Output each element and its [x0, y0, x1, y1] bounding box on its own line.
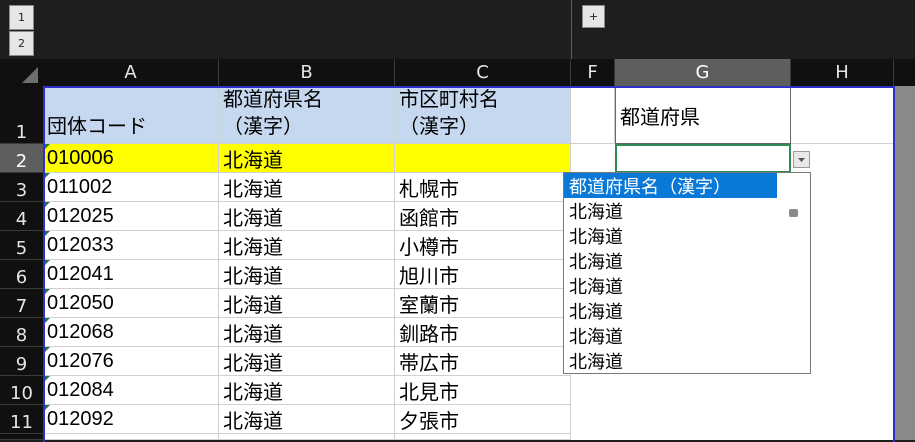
row-header-6[interactable]: 6 — [0, 260, 43, 289]
error-indicator-icon — [43, 289, 50, 296]
cell-a1[interactable]: 団体コード — [43, 86, 219, 144]
cell-b12[interactable] — [219, 434, 395, 440]
cell-a11[interactable]: 012092 — [43, 405, 219, 434]
row-header-4[interactable]: 4 — [0, 202, 43, 231]
outline-level-1-button[interactable]: 1 — [9, 5, 34, 30]
cell-b7[interactable]: 北海道 — [219, 289, 395, 318]
cell-a8[interactable]: 012068 — [43, 318, 219, 347]
row-header-10[interactable]: 10 — [0, 376, 43, 405]
cell-a2[interactable]: 010006 — [43, 144, 219, 173]
cell-b11[interactable]: 北海道 — [219, 405, 395, 434]
cell-c12[interactable] — [395, 434, 571, 440]
dropdown-option[interactable]: 北海道 — [564, 323, 810, 348]
row-header-12 — [0, 434, 43, 440]
row-header-8[interactable]: 8 — [0, 318, 43, 347]
error-indicator-icon — [43, 173, 50, 180]
dropdown-list[interactable]: 都道府県名（漢字） 北海道 北海道 北海道 北海道 北海道 北海道 北海道 — [563, 172, 811, 374]
row-header-9[interactable]: 9 — [0, 347, 43, 376]
cell-c11[interactable]: 夕張市 — [395, 405, 571, 434]
select-all-icon — [22, 67, 38, 83]
cell-b9[interactable]: 北海道 — [219, 347, 395, 376]
cell-a7[interactable]: 012050 — [43, 289, 219, 318]
dropdown-option[interactable]: 北海道 — [564, 298, 810, 323]
cell-a3[interactable]: 011002 — [43, 173, 219, 202]
cell-g1[interactable]: 都道府県 — [615, 86, 791, 144]
column-header-h[interactable]: H — [791, 59, 894, 86]
error-indicator-icon — [43, 405, 50, 412]
select-all-corner[interactable] — [0, 59, 43, 86]
outline-level-2-button[interactable]: 2 — [9, 31, 34, 56]
cell-b4[interactable]: 北海道 — [219, 202, 395, 231]
column-header-f[interactable]: F — [571, 59, 615, 86]
cell-b6[interactable]: 北海道 — [219, 260, 395, 289]
error-indicator-icon — [43, 144, 50, 151]
cell-a10[interactable]: 012084 — [43, 376, 219, 405]
dropdown-option[interactable]: 北海道 — [564, 348, 810, 373]
row-header-7[interactable]: 7 — [0, 289, 43, 318]
cell-c4[interactable]: 函館市 — [395, 202, 571, 231]
right-gutter — [895, 86, 915, 440]
dropdown-scrollbar-thumb[interactable] — [789, 209, 798, 217]
error-indicator-icon — [43, 231, 50, 238]
expand-group-button[interactable]: + — [582, 5, 605, 28]
column-header-g[interactable]: G — [615, 59, 791, 86]
cell-b8[interactable]: 北海道 — [219, 318, 395, 347]
outline-area — [0, 0, 915, 59]
cell-b2[interactable]: 北海道 — [219, 144, 395, 173]
dropdown-option[interactable]: 北海道 — [564, 223, 810, 248]
dropdown-option[interactable]: 北海道 — [564, 198, 810, 223]
dropdown-button[interactable] — [793, 151, 810, 168]
dropdown-option[interactable]: 北海道 — [564, 248, 810, 273]
chevron-down-icon — [798, 158, 805, 162]
cell-f1[interactable] — [571, 86, 615, 144]
outline-separator — [571, 0, 572, 59]
cell-c9[interactable]: 帯広市 — [395, 347, 571, 376]
cell-h1[interactable] — [791, 86, 894, 144]
column-header-b[interactable]: B — [219, 59, 395, 86]
cell-a9[interactable]: 012076 — [43, 347, 219, 376]
cell-b1[interactable]: 都道府県名 （漢字） — [219, 86, 395, 144]
cell-c5[interactable]: 小樽市 — [395, 231, 571, 260]
cell-g2-active[interactable] — [615, 144, 791, 173]
column-header-c[interactable]: C — [395, 59, 571, 86]
cell-b3[interactable]: 北海道 — [219, 173, 395, 202]
row-header-2[interactable]: 2 — [0, 144, 43, 173]
row-header-3[interactable]: 3 — [0, 173, 43, 202]
row-header-1[interactable]: 1 — [0, 86, 43, 144]
cell-a5[interactable]: 012033 — [43, 231, 219, 260]
column-header-overflow — [894, 59, 915, 86]
cell-b5[interactable]: 北海道 — [219, 231, 395, 260]
cell-c6[interactable]: 旭川市 — [395, 260, 571, 289]
cell-c10[interactable]: 北見市 — [395, 376, 571, 405]
error-indicator-icon — [43, 202, 50, 209]
cell-b10[interactable]: 北海道 — [219, 376, 395, 405]
cell-c7[interactable]: 室蘭市 — [395, 289, 571, 318]
error-indicator-icon — [43, 318, 50, 325]
row-header-5[interactable]: 5 — [0, 231, 43, 260]
error-indicator-icon — [43, 347, 50, 354]
cell-c2[interactable] — [395, 144, 571, 173]
row-header-11[interactable]: 11 — [0, 405, 43, 434]
cell-a6[interactable]: 012041 — [43, 260, 219, 289]
column-header-a[interactable]: A — [43, 59, 219, 86]
dropdown-option[interactable]: 北海道 — [564, 273, 810, 298]
cell-a4[interactable]: 012025 — [43, 202, 219, 231]
error-indicator-icon — [43, 260, 50, 267]
cell-c8[interactable]: 釧路市 — [395, 318, 571, 347]
error-indicator-icon — [43, 376, 50, 383]
cell-c1[interactable]: 市区町村名 （漢字） — [395, 86, 571, 144]
cell-c3[interactable]: 札幌市 — [395, 173, 571, 202]
dropdown-option[interactable]: 都道府県名（漢字） — [564, 173, 777, 198]
cell-a12[interactable] — [43, 434, 219, 440]
